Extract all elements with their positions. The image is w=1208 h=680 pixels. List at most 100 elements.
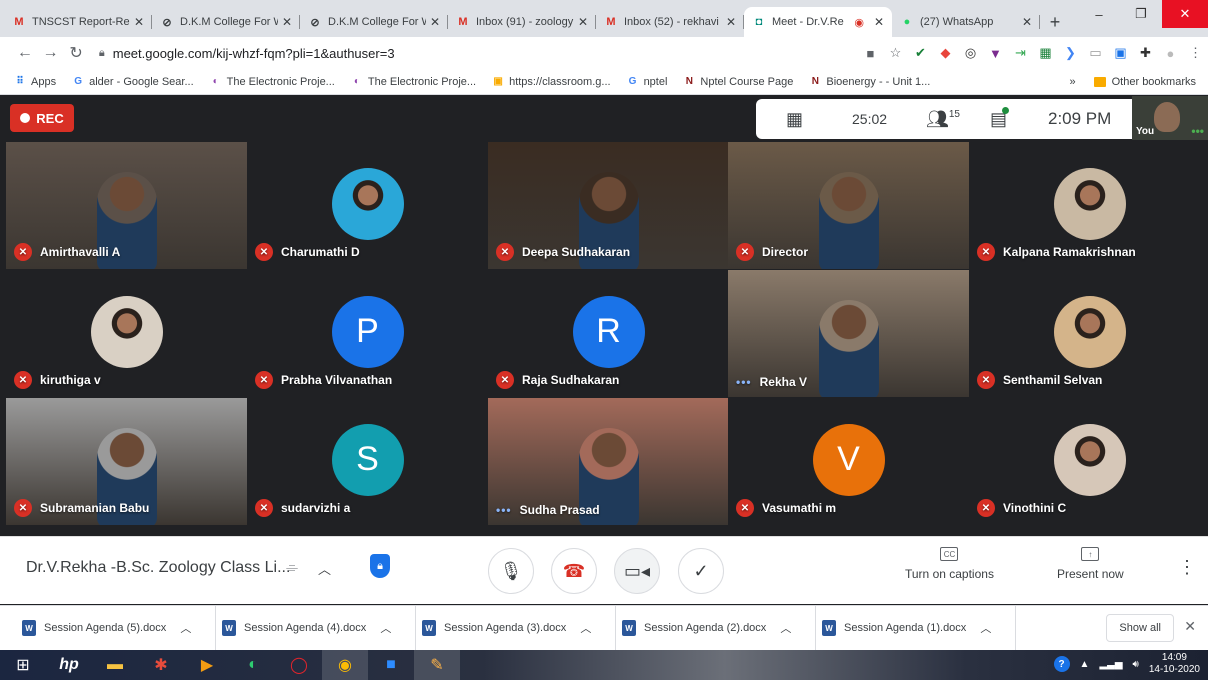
bookmark-item[interactable]: ▣ https://classroom.g...: [492, 76, 610, 88]
bookmark-item[interactable]: Gnptel: [627, 76, 668, 88]
browser-tab[interactable]: ◘ Meet - Dr.V.Re ◉ ✕: [744, 7, 892, 37]
download-item[interactable]: W Session Agenda (4).docx ︿: [216, 605, 416, 651]
meeting-details[interactable]: Dr.V.Rekha -B.Sc. Zoology Class Li...: [26, 559, 290, 577]
tray-overflow-icon[interactable]: ▲: [1080, 659, 1090, 670]
leave-call-button[interactable]: ☎︎: [551, 548, 597, 594]
participant-tile[interactable]: ✕ Director: [728, 142, 969, 269]
participant-tile[interactable]: ✕ kiruthiga v: [6, 270, 247, 397]
extension-icon[interactable]: ▼: [983, 46, 1008, 61]
show-all-downloads-button[interactable]: Show all: [1106, 614, 1174, 642]
back-button[interactable]: ←: [12, 44, 38, 62]
extensions-puzzle-icon[interactable]: ✚: [1133, 45, 1158, 61]
extension-icon[interactable]: ❯: [1058, 45, 1083, 61]
browser-tab[interactable]: M TNSCST Report-Re ✕: [4, 7, 152, 37]
download-item[interactable]: W Session Agenda (3).docx ︿: [416, 605, 616, 651]
close-tab-icon[interactable]: ✕: [134, 15, 144, 29]
self-view[interactable]: You •••: [1132, 96, 1208, 140]
captions-button[interactable]: CC Turn on captions: [905, 547, 994, 581]
participant-tile[interactable]: ••• Sudha Prasad: [488, 398, 729, 525]
bookmark-item[interactable]: Galder - Google Sear...: [72, 76, 193, 88]
close-tab-icon[interactable]: ✕: [874, 15, 884, 29]
extension-icon[interactable]: ⇥: [1008, 45, 1033, 61]
sheets-extension-icon[interactable]: ▦: [1033, 45, 1058, 61]
reload-button[interactable]: ↻: [63, 43, 89, 63]
more-options-icon[interactable]: ⋮: [1178, 557, 1196, 578]
participant-tile[interactable]: ✕ Vinothini C: [969, 398, 1208, 525]
new-tab-button[interactable]: +: [1040, 7, 1070, 37]
close-tab-icon[interactable]: ✕: [578, 15, 588, 29]
zoom-icon[interactable]: ■: [368, 650, 414, 680]
camera-button[interactable]: ▭◂: [614, 548, 660, 594]
bookmark-item[interactable]: ◐ The Electronic Proje...: [351, 76, 476, 88]
chevron-up-icon[interactable]: ︿: [580, 620, 591, 636]
media-player-icon[interactable]: ▶: [184, 650, 230, 680]
network-icon[interactable]: ▂▃▅: [1099, 659, 1122, 670]
forward-button[interactable]: →: [38, 44, 64, 62]
extension-icon[interactable]: ◎: [958, 45, 983, 61]
participant-tile[interactable]: V ✕ Vasumathi m: [728, 398, 969, 525]
participant-tile[interactable]: ✕ Deepa Sudhakaran: [488, 142, 729, 269]
hp-icon[interactable]: hp: [46, 650, 92, 680]
attendance-check-button[interactable]: ✓: [678, 548, 724, 594]
participant-tile[interactable]: P ✕ Prabha Vilvanathan: [247, 270, 488, 397]
chevron-up-icon[interactable]: ︿: [180, 620, 191, 636]
browser-menu-icon[interactable]: ⋮: [1183, 45, 1208, 61]
browser-tab[interactable]: ● (27) WhatsApp ✕: [892, 7, 1040, 37]
address-bar[interactable]: 🔒︎ meet.google.com/kij-whzf-fqm?pli=1&au…: [99, 40, 858, 66]
grid-layout-icon[interactable]: ▦: [786, 109, 803, 130]
help-icon[interactable]: ?: [1053, 656, 1070, 672]
participant-tile[interactable]: R ✕ Raja Sudhakaran: [488, 270, 729, 397]
bookmarks-overflow-button[interactable]: »: [1070, 76, 1076, 88]
extension-icon[interactable]: ▭: [1083, 45, 1108, 61]
bookmark-item[interactable]: N Bioenergy - - Unit 1...: [809, 76, 931, 88]
participant-tile[interactable]: ✕ Kalpana Ramakrishnan: [969, 142, 1208, 269]
camera-icon[interactable]: ■: [858, 46, 883, 61]
chevron-up-icon[interactable]: ︿: [380, 620, 391, 636]
browser-tab[interactable]: ⊘ D.K.M College For W ✕: [300, 7, 448, 37]
windows-start-icon[interactable]: ⊞: [0, 650, 46, 680]
chevron-up-icon[interactable]: ︿: [318, 559, 331, 578]
chrome-icon[interactable]: ◉: [322, 650, 368, 680]
close-window-button[interactable]: ✕: [1162, 0, 1208, 28]
profile-avatar-icon[interactable]: ●: [1158, 46, 1183, 61]
chevron-up-icon[interactable]: ︿: [980, 620, 991, 636]
participant-tile[interactable]: ✕ Amirthavalli A: [6, 142, 247, 269]
bookmark-item[interactable]: ◐ The Electronic Proje...: [210, 76, 335, 88]
close-tab-icon[interactable]: ✕: [1022, 15, 1032, 29]
edge-icon[interactable]: ◐: [230, 650, 276, 680]
participants-button[interactable]: 👥︎ 15: [926, 109, 960, 130]
browser-tab[interactable]: ⊘ D.K.M College For W ✕: [152, 7, 300, 37]
participant-tile[interactable]: ✕ Charumathi D: [247, 142, 488, 269]
taskbar-clock[interactable]: 14:09 14-10-2020: [1149, 652, 1200, 676]
close-shelf-icon[interactable]: ✕: [1184, 618, 1196, 635]
browser-tab[interactable]: M Inbox (52) - rekhavi ✕: [596, 7, 744, 37]
bookmark-item[interactable]: ⠿ Apps: [14, 76, 56, 88]
bookmark-star-icon[interactable]: ☆: [883, 45, 908, 61]
minimize-button[interactable]: –: [1078, 0, 1120, 28]
app-icon[interactable]: ✱: [138, 650, 184, 680]
bookmark-item[interactable]: N Nptel Course Page: [683, 76, 794, 88]
paint-icon[interactable]: ✎: [414, 650, 460, 680]
extension-icon[interactable]: ◆: [933, 45, 958, 61]
file-explorer-icon[interactable]: ▬: [92, 650, 138, 680]
security-shield-icon[interactable]: 🔒︎: [370, 554, 390, 578]
close-tab-icon[interactable]: ✕: [726, 15, 736, 29]
attachment-icon[interactable]: ⌯: [286, 559, 298, 576]
close-tab-icon[interactable]: ✕: [282, 15, 292, 29]
chevron-up-icon[interactable]: ︿: [780, 620, 791, 636]
opera-icon[interactable]: ◯: [276, 650, 322, 680]
more-options-icon[interactable]: •••: [1191, 124, 1204, 138]
other-bookmarks[interactable]: Other bookmarks: [1093, 76, 1196, 88]
browser-tab[interactable]: M Inbox (91) - zoology ✕: [448, 7, 596, 37]
close-tab-icon[interactable]: ✕: [430, 15, 440, 29]
maximize-button[interactable]: ❐: [1120, 0, 1162, 28]
check-extension-icon[interactable]: ✔: [908, 45, 933, 61]
participant-tile[interactable]: ••• Rekha V: [728, 270, 969, 397]
download-item[interactable]: W Session Agenda (5).docx ︿: [16, 605, 216, 651]
download-item[interactable]: W Session Agenda (2).docx ︿: [616, 605, 816, 651]
present-now-button[interactable]: ↑ Present now: [1057, 547, 1124, 581]
volume-icon[interactable]: 🔊︎: [1133, 659, 1139, 670]
participant-tile[interactable]: ✕ Subramanian Babu: [6, 398, 247, 525]
extension-icon[interactable]: ▣: [1108, 45, 1133, 61]
participant-tile[interactable]: ✕ Senthamil Selvan: [969, 270, 1208, 397]
